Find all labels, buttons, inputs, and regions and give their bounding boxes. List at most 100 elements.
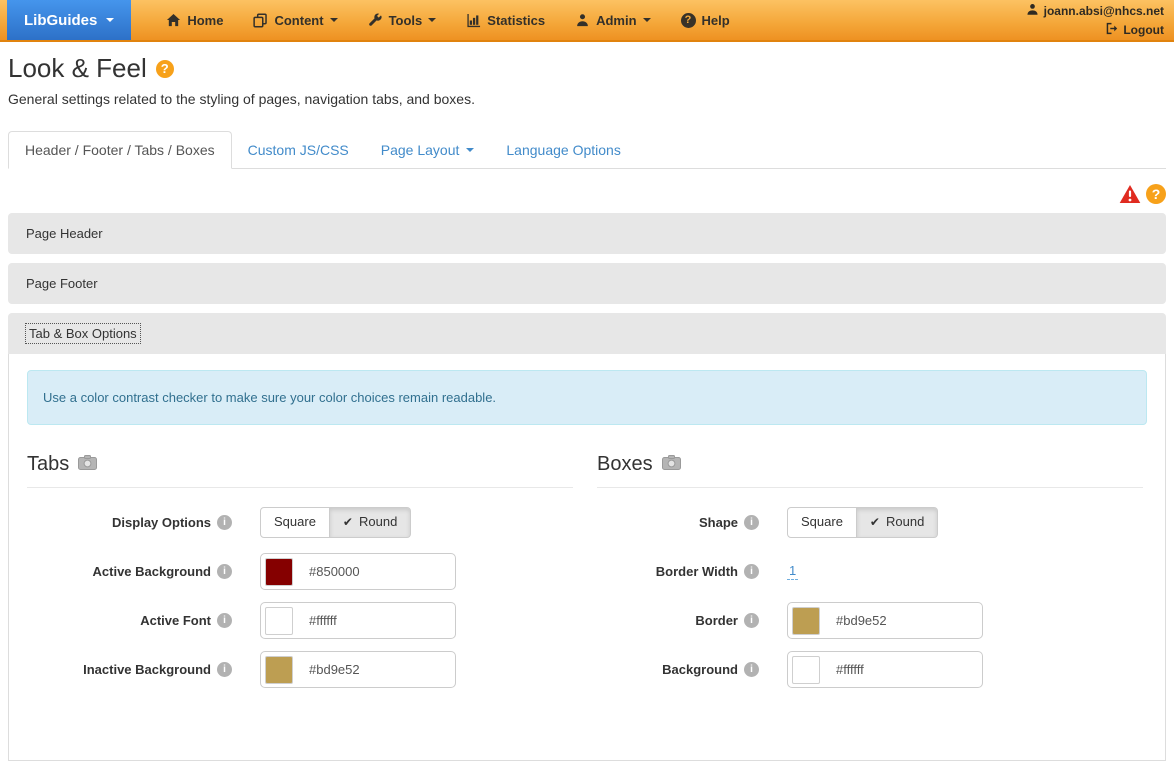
active-font-row: Active Font i #ffffff (27, 602, 573, 639)
home-icon (166, 13, 181, 28)
round-option-button[interactable]: ✔ Round (856, 507, 939, 538)
border-color-control: #bd9e52 (787, 602, 983, 639)
user-email: joann.absi@nhcs.net (1043, 4, 1164, 18)
field-label-wrap: Active Background i (27, 564, 232, 579)
hex-value: #ffffff (309, 613, 337, 628)
border-width-control: 1 (787, 563, 799, 580)
border-width-editable[interactable]: 1 (787, 563, 799, 580)
nav-item-tools[interactable]: Tools (353, 0, 452, 40)
tab-label: Page Layout (380, 142, 460, 158)
field-label-wrap: Inactive Background i (27, 662, 232, 677)
tabs-section: Tabs Display Options i Square ✔ Round Ac… (27, 453, 587, 700)
info-icon[interactable]: i (744, 662, 759, 677)
field-label: Inactive Background (83, 662, 211, 677)
hex-value: #ffffff (836, 662, 864, 677)
info-icon[interactable]: i (217, 515, 232, 530)
tab-header-footer-tabs-boxes[interactable]: Header / Footer / Tabs / Boxes (8, 131, 232, 169)
top-navbar: LibGuides Home Content Tools Statistics … (0, 0, 1174, 42)
info-icon[interactable]: i (744, 564, 759, 579)
tab-page-layout[interactable]: Page Layout (365, 131, 491, 169)
inactive-background-row: Inactive Background i #bd9e52 (27, 651, 573, 688)
accordion-tab-box-options[interactable]: Tab & Box Options (8, 313, 1166, 354)
info-icon[interactable]: i (217, 564, 232, 579)
background-color-row: Background i #ffffff (597, 651, 1143, 688)
border-width-row: Border Width i 1 (597, 553, 1143, 590)
color-swatch[interactable] (265, 655, 293, 684)
content-icon (253, 12, 268, 28)
info-glyph: i (750, 664, 753, 675)
field-label: Border Width (655, 564, 738, 579)
tabs-section-heading-row: Tabs (27, 453, 573, 488)
page-content: Look & Feel ? General settings related t… (0, 53, 1174, 761)
info-glyph: i (750, 566, 753, 577)
hex-value: #bd9e52 (309, 662, 360, 677)
field-label-wrap: Display Options i (27, 515, 232, 530)
hex-value: #bd9e52 (836, 613, 887, 628)
logout-icon (1105, 22, 1118, 38)
page-title-row: Look & Feel ? (8, 53, 1166, 84)
camera-icon[interactable] (661, 453, 681, 476)
settings-columns: Tabs Display Options i Square ✔ Round Ac… (27, 453, 1147, 700)
nav-item-statistics[interactable]: Statistics (451, 0, 560, 40)
field-label-wrap: Background i (597, 662, 759, 677)
logout-link[interactable]: Logout (1105, 22, 1164, 38)
brand-button[interactable]: LibGuides (7, 0, 132, 40)
warning-icon[interactable] (1119, 184, 1141, 204)
inactive-background-control: #bd9e52 (260, 651, 456, 688)
inactive-background-input[interactable]: #bd9e52 (260, 651, 456, 688)
nav-item-admin[interactable]: Admin (560, 0, 665, 40)
background-color-input[interactable]: #ffffff (787, 651, 983, 688)
info-glyph: i (750, 517, 753, 528)
info-glyph: i (750, 615, 753, 626)
nav-item-home[interactable]: Home (151, 0, 238, 40)
button-label: Square (801, 514, 843, 530)
shape-row: Shape i Square ✔ Round (597, 504, 1143, 541)
accordion-page-footer[interactable]: Page Footer (8, 263, 1166, 304)
info-icon[interactable]: i (217, 662, 232, 677)
shape-control: Square ✔ Round (787, 507, 939, 538)
accordion-page-header[interactable]: Page Header (8, 213, 1166, 254)
color-swatch[interactable] (792, 655, 820, 684)
question-glyph: ? (684, 14, 692, 26)
check-icon: ✔ (342, 514, 353, 529)
tab-label: Header / Footer / Tabs / Boxes (25, 142, 215, 158)
tools-icon (368, 13, 383, 28)
border-color-input[interactable]: #bd9e52 (787, 602, 983, 639)
tab-custom-js-css[interactable]: Custom JS/CSS (232, 131, 365, 169)
nav-item-help[interactable]: ? Help (666, 0, 745, 40)
info-glyph: i (223, 615, 226, 626)
display-options-toggle: Square ✔ Round (260, 507, 412, 538)
info-icon[interactable]: i (744, 515, 759, 530)
user-icon (1026, 3, 1039, 19)
title-help-icon[interactable]: ? (155, 59, 174, 78)
info-icon[interactable]: i (217, 613, 232, 628)
nav-item-label: Content (274, 12, 324, 28)
tab-language-options[interactable]: Language Options (490, 131, 636, 169)
user-account-link[interactable]: joann.absi@nhcs.net (1026, 3, 1164, 19)
button-label: Round (885, 514, 925, 530)
brand-label: LibGuides (24, 11, 98, 29)
square-option-button[interactable]: Square (260, 507, 330, 538)
active-font-input[interactable]: #ffffff (260, 602, 456, 639)
caret-down-icon (106, 18, 115, 22)
check-icon: ✔ (869, 514, 880, 529)
color-swatch[interactable] (265, 557, 293, 586)
hex-value: #850000 (309, 564, 360, 579)
caret-down-icon (466, 148, 475, 152)
active-font-control: #ffffff (260, 602, 456, 639)
info-icon[interactable]: i (744, 613, 759, 628)
round-option-button[interactable]: ✔ Round (329, 507, 412, 538)
boxes-section-heading-row: Boxes (597, 453, 1143, 488)
nav-item-label: Help (701, 12, 730, 28)
camera-icon[interactable] (78, 453, 98, 476)
page-help-icon[interactable]: ? (1146, 184, 1166, 204)
active-background-input[interactable]: #850000 (260, 553, 456, 590)
tabs-section-heading: Tabs (27, 453, 70, 475)
color-swatch[interactable] (792, 606, 820, 635)
settings-tabbar: Header / Footer / Tabs / Boxes Custom JS… (8, 131, 1166, 169)
color-swatch[interactable] (265, 606, 293, 635)
alert-text: Use a color contrast checker to make sur… (43, 390, 497, 405)
main-nav: Home Content Tools Statistics Admin ? He… (151, 0, 744, 40)
nav-item-content[interactable]: Content (238, 0, 352, 40)
square-option-button[interactable]: Square (787, 507, 857, 538)
